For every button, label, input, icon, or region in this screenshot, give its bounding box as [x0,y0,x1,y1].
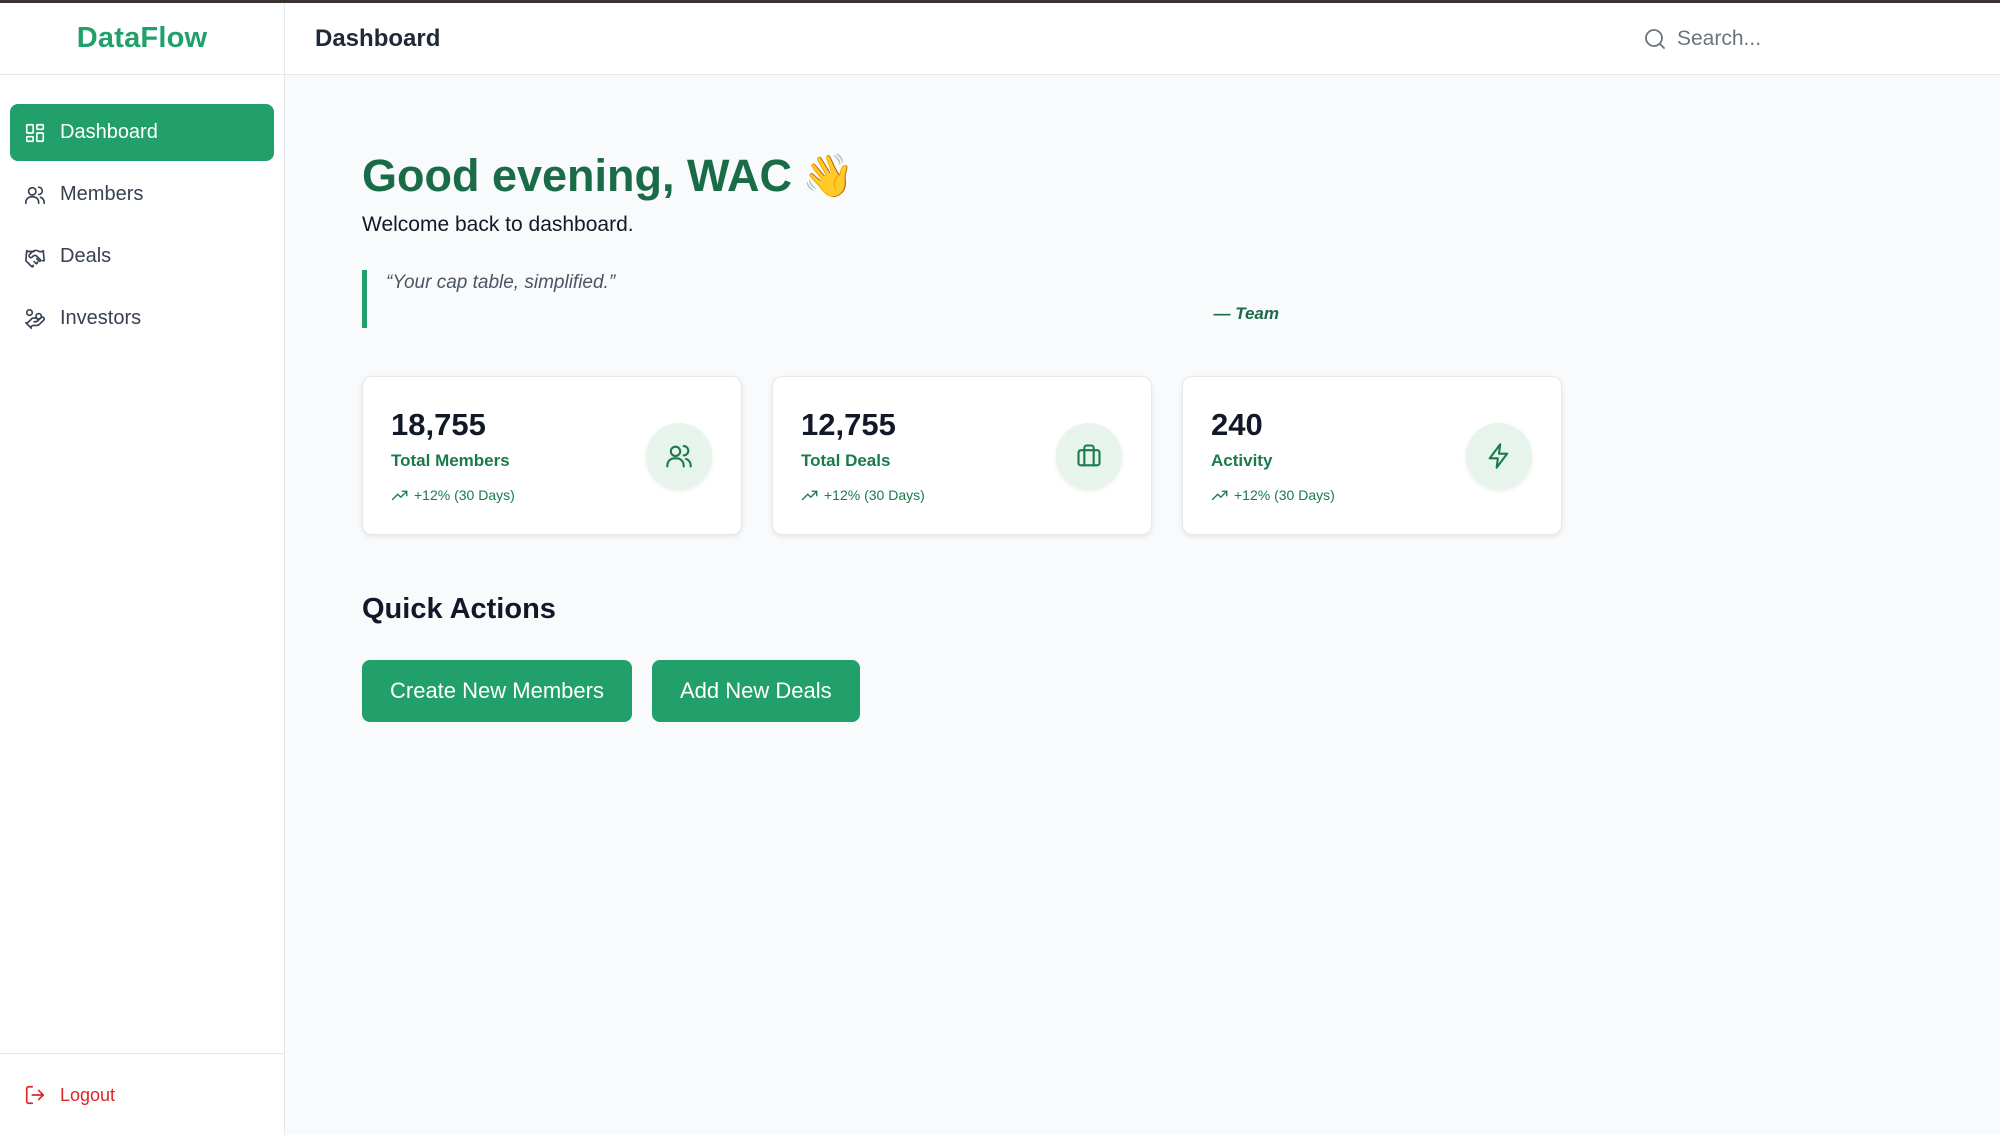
brand-name: DataFlow [76,22,208,54]
trending-up-icon [391,490,408,501]
stat-trend-text: +12% (30 Days) [824,487,925,503]
trending-up-icon [1211,490,1228,501]
search-icon [1645,29,1665,49]
sidebar: DataFlow Dashboard Members Deals Investo… [0,3,285,1135]
logout-icon [25,1085,45,1105]
hand-coins-icon [24,308,46,330]
stat-card-members: 18,755 Total Members +12% (30 Days) [362,376,742,535]
quick-actions-title: Quick Actions [362,593,556,625]
welcome-message: Welcome back to dashboard. [362,213,634,236]
stat-trend: +12% (30 Days) [391,487,515,503]
stat-card-activity: 240 Activity +12% (30 Days) [1182,376,1562,535]
users-icon [24,184,46,206]
sidebar-item-investors[interactable]: Investors [10,290,274,347]
sidebar-footer: Logout [0,1053,284,1135]
stat-label: Total Deals [801,451,891,470]
waving-hand-icon: 👋 [802,151,855,199]
quick-actions: Create New Members Add New Deals [362,660,860,722]
dashboard-grid-icon [24,122,46,144]
brand-logo[interactable]: DataFlow [0,3,284,75]
search-box [1643,21,1973,57]
stat-value: 240 [1211,407,1263,442]
search-input[interactable] [1677,27,1957,51]
stat-trend-text: +12% (30 Days) [1234,487,1335,503]
stat-label: Activity [1211,451,1273,470]
greeting-heading: Good evening, WAC 👋 [362,150,854,202]
create-new-members-button[interactable]: Create New Members [362,660,632,722]
page-title: Dashboard [315,25,441,52]
lightning-icon [1466,423,1532,489]
sidebar-nav: Dashboard Members Deals Investors [0,75,284,347]
logout-label: Logout [60,1084,116,1105]
top-header: Dashboard [285,3,2000,75]
greeting-text: Good evening, WAC [362,150,793,201]
sidebar-item-members[interactable]: Members [10,166,274,223]
quote-block: “Your cap table, simplified.” — Team [362,270,1279,328]
add-new-deals-button[interactable]: Add New Deals [651,660,860,722]
stat-label: Total Members [391,451,510,470]
stat-trend-text: +12% (30 Days) [414,487,515,503]
users-icon [646,423,712,489]
stat-value: 18,755 [391,407,486,442]
stat-value: 12,755 [801,407,896,442]
sidebar-item-dashboard[interactable]: Dashboard [10,104,274,161]
stats-cards: 18,755 Total Members +12% (30 Days) 12,7… [362,376,1562,535]
sidebar-item-label: Members [60,183,144,205]
stat-card-deals: 12,755 Total Deals +12% (30 Days) [772,376,1152,535]
handshake-icon [24,246,46,268]
sidebar-item-label: Deals [60,245,112,267]
sidebar-item-label: Dashboard [60,121,158,143]
stat-trend: +12% (30 Days) [1211,487,1335,503]
quote-text: “Your cap table, simplified.” [386,272,616,293]
quote-author: — Team [1213,304,1279,323]
trending-up-icon [801,490,818,501]
stat-trend: +12% (30 Days) [801,487,925,503]
briefcase-icon [1056,423,1122,489]
main-content: Good evening, WAC 👋 Welcome back to dash… [285,75,2000,1135]
sidebar-item-deals[interactable]: Deals [10,228,274,285]
logout-button[interactable]: Logout [24,1084,115,1106]
sidebar-item-label: Investors [60,307,142,329]
